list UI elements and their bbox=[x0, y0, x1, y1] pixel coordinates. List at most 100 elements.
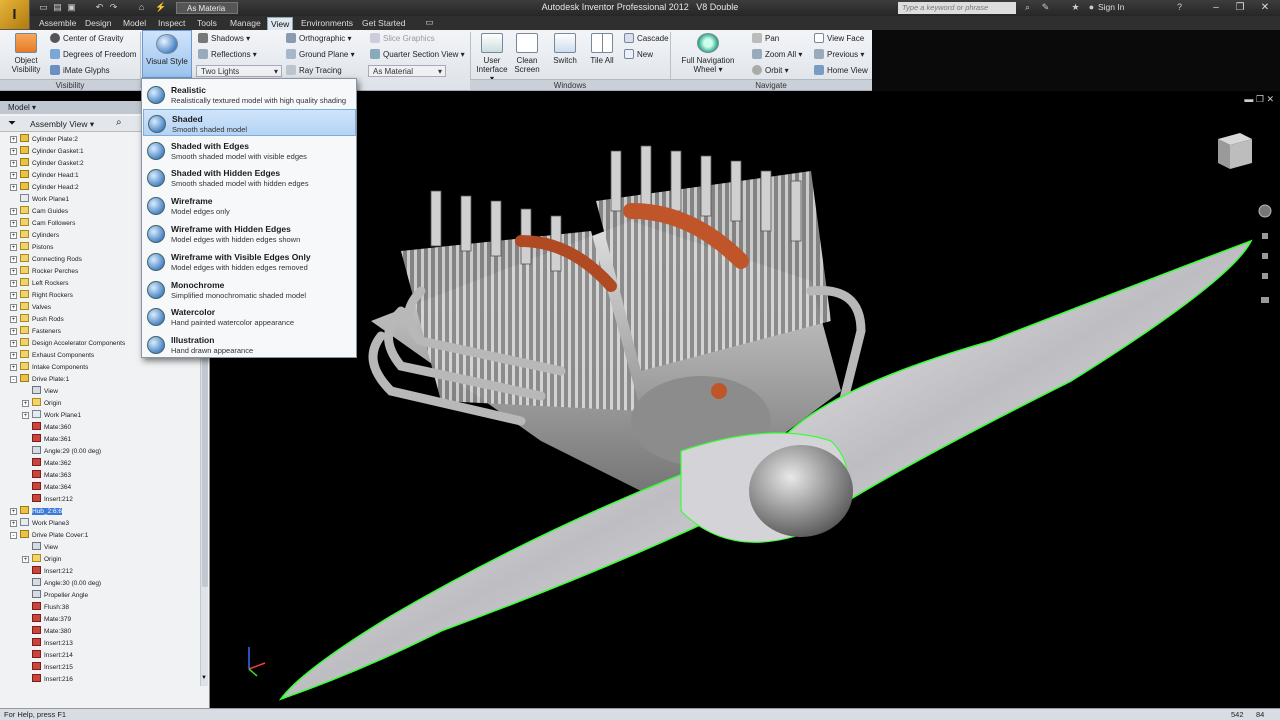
tab-assemble[interactable]: Assemble bbox=[36, 17, 79, 30]
minimize-icon[interactable]: – bbox=[1205, 1, 1227, 14]
tree-item[interactable]: Propeller Angle bbox=[22, 590, 88, 602]
tree-item[interactable]: + Cylinder Gasket:1 bbox=[10, 146, 84, 158]
expand-toggle-icon[interactable]: + bbox=[10, 208, 17, 215]
expand-toggle-icon[interactable]: + bbox=[22, 556, 29, 563]
redo-icon[interactable]: ↷ bbox=[108, 2, 119, 13]
expand-toggle-icon[interactable]: + bbox=[10, 160, 17, 167]
open-icon[interactable]: ▤ bbox=[52, 2, 63, 13]
orthographic-button[interactable]: Orthographic ▾ bbox=[286, 33, 352, 45]
center-of-gravity-button[interactable]: Center of Gravity bbox=[50, 33, 123, 45]
expand-toggle-icon[interactable]: + bbox=[10, 340, 17, 347]
tree-item[interactable]: + Hub_2:6:6 bbox=[10, 506, 62, 518]
expand-toggle-icon[interactable]: + bbox=[10, 256, 17, 263]
orbit-button[interactable]: Orbit ▾ bbox=[752, 65, 789, 77]
visual-style-button[interactable]: Visual Style bbox=[142, 30, 192, 78]
visual-style-option-monochrome[interactable]: Monochrome Simplified monochromatic shade… bbox=[143, 276, 356, 303]
user-icon[interactable]: ● bbox=[1086, 2, 1097, 13]
tree-item[interactable]: - Drive Plate Cover:1 bbox=[10, 530, 88, 542]
expand-toggle-icon[interactable]: + bbox=[22, 400, 29, 407]
clean-screen-button[interactable]: Clean Screen bbox=[512, 33, 542, 74]
tree-item[interactable]: + Work Plane1 bbox=[22, 410, 81, 422]
tree-item[interactable]: Mate:364 bbox=[22, 482, 71, 494]
tree-item[interactable]: Insert:212 bbox=[22, 494, 73, 506]
tree-item[interactable]: Insert:212 bbox=[22, 566, 73, 578]
expand-toggle-icon[interactable]: + bbox=[10, 148, 17, 155]
tree-item[interactable]: Mate:360 bbox=[22, 422, 71, 434]
tree-item[interactable]: Mate:363 bbox=[22, 470, 71, 482]
tree-item[interactable]: View bbox=[22, 542, 58, 554]
tree-item[interactable]: + Intake Components bbox=[10, 362, 88, 374]
expand-toggle-icon[interactable]: + bbox=[10, 220, 17, 227]
panel-toggle-icon[interactable]: ▭ bbox=[424, 17, 435, 28]
tab-manage[interactable]: Manage bbox=[227, 17, 264, 30]
tree-item[interactable]: + Exhaust Components bbox=[10, 350, 94, 362]
new-file-icon[interactable]: ▭ bbox=[38, 2, 49, 13]
full-navigation-wheel-button[interactable]: Full Navigation Wheel ▾ bbox=[676, 33, 740, 74]
binoculars-icon[interactable]: ⌕ bbox=[116, 117, 122, 128]
expand-toggle-icon[interactable]: + bbox=[10, 244, 17, 251]
tree-item[interactable]: Angle:29 (0.00 deg) bbox=[22, 446, 101, 458]
expand-toggle-icon[interactable]: + bbox=[10, 328, 17, 335]
tile-all-button[interactable]: Tile All bbox=[587, 33, 617, 65]
tree-item[interactable]: + Origin bbox=[22, 398, 61, 410]
switch-button[interactable]: Switch bbox=[550, 33, 580, 65]
binoculars-icon[interactable]: ⌕ bbox=[1022, 2, 1033, 13]
expand-toggle-icon[interactable]: + bbox=[10, 280, 17, 287]
visual-style-option-illustration[interactable]: Illustration Hand drawn appearance bbox=[143, 331, 356, 358]
tree-item[interactable]: Insert:215 bbox=[22, 662, 73, 674]
tree-item[interactable]: Flush:38 bbox=[22, 602, 69, 614]
tab-get-started[interactable]: Get Started bbox=[359, 17, 408, 30]
help-icon[interactable]: ? bbox=[1174, 2, 1185, 13]
tree-item[interactable]: + Right Rockers bbox=[10, 290, 73, 302]
sign-in-link[interactable]: Sign In bbox=[1098, 2, 1124, 12]
viewport-window-controls[interactable]: ▬ ❐ ✕ bbox=[1244, 94, 1274, 105]
tab-model[interactable]: Model bbox=[120, 17, 149, 30]
zoom-all-button[interactable]: Zoom All ▾ bbox=[752, 49, 802, 61]
visual-style-option-shaded-with-hidden-edges[interactable]: Shaded with Hidden Edges Smooth shaded mo… bbox=[143, 164, 356, 191]
assembly-view-select[interactable]: Assembly View ▾ bbox=[30, 119, 94, 130]
expand-toggle-icon[interactable]: + bbox=[10, 184, 17, 191]
expand-toggle-icon[interactable]: + bbox=[10, 136, 17, 143]
filter-icon[interactable]: ⏷ bbox=[8, 118, 16, 129]
tab-inspect[interactable]: Inspect bbox=[155, 17, 188, 30]
graphics-viewport[interactable]: ▬ ❐ ✕ bbox=[211, 91, 1280, 708]
quarter-section-view-button[interactable]: Quarter Section View ▾ bbox=[370, 49, 465, 61]
star-icon[interactable]: ★ bbox=[1070, 2, 1081, 13]
tree-item[interactable]: Mate:380 bbox=[22, 626, 71, 638]
tree-item[interactable]: + Cylinder Gasket:2 bbox=[10, 158, 84, 170]
visual-style-option-shaded[interactable]: Shaded Smooth shaded model bbox=[143, 108, 356, 136]
restore-icon[interactable]: ❐ bbox=[1229, 1, 1251, 14]
tree-item[interactable]: Insert:216 bbox=[22, 674, 73, 686]
tree-item[interactable]: + Origin bbox=[22, 554, 61, 566]
expand-toggle-icon[interactable]: + bbox=[10, 172, 17, 179]
tree-item[interactable]: + Connecting Rods bbox=[10, 254, 82, 266]
tree-item[interactable]: + Push Rods bbox=[10, 314, 64, 326]
expand-toggle-icon[interactable]: + bbox=[10, 292, 17, 299]
reflections-button[interactable]: Reflections ▾ bbox=[198, 49, 257, 61]
tab-view[interactable]: View bbox=[267, 17, 294, 30]
shadows-button[interactable]: Shadows ▾ bbox=[198, 33, 250, 45]
tree-item[interactable]: + Cam Guides bbox=[10, 206, 68, 218]
tree-item[interactable]: Insert:213 bbox=[22, 638, 73, 650]
visual-style-option-watercolor[interactable]: Watercolor Hand painted watercolor appear… bbox=[143, 303, 356, 330]
search-input[interactable]: Type a keyword or phrase bbox=[898, 2, 1016, 14]
tree-item[interactable]: + Left Rockers bbox=[10, 278, 69, 290]
expand-toggle-icon[interactable]: + bbox=[10, 352, 17, 359]
expand-toggle-icon[interactable]: + bbox=[10, 268, 17, 275]
tab-design[interactable]: Design bbox=[82, 17, 114, 30]
expand-toggle-icon[interactable]: + bbox=[10, 364, 17, 371]
tree-item[interactable]: Insert:214 bbox=[22, 650, 73, 662]
tree-item[interactable]: - Drive Plate:1 bbox=[10, 374, 69, 386]
tools-icon[interactable]: ✎ bbox=[1040, 2, 1051, 13]
view-face-button[interactable]: View Face bbox=[814, 33, 864, 45]
home-view-button[interactable]: Home View bbox=[814, 65, 868, 77]
imate-glyphs-button[interactable]: iMate Glyphs bbox=[50, 65, 110, 77]
tree-item[interactable]: + Fasteners bbox=[10, 326, 61, 338]
tree-item[interactable]: + Pistons bbox=[10, 242, 53, 254]
pan-button[interactable]: Pan bbox=[752, 33, 779, 45]
engine-model[interactable] bbox=[211, 91, 1280, 708]
navigation-bar[interactable] bbox=[1258, 201, 1272, 311]
scroll-down-arrow[interactable]: ▼ bbox=[200, 675, 208, 685]
user-interface-button[interactable]: User Interface ▾ bbox=[474, 33, 510, 83]
tree-item[interactable]: + Cam Followers bbox=[10, 218, 75, 230]
